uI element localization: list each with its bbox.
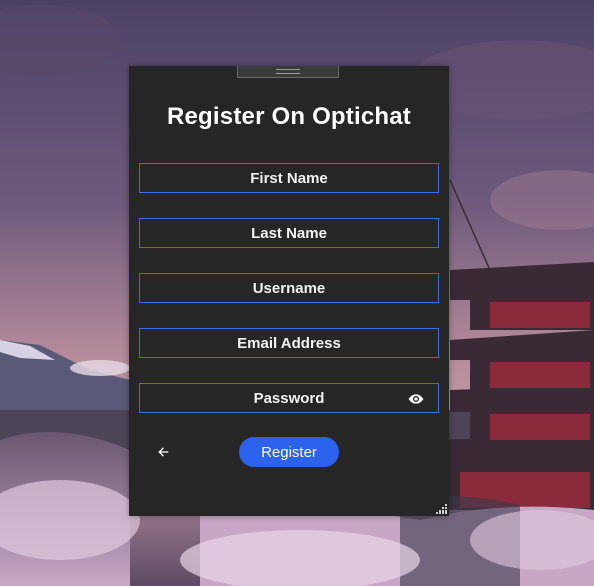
- drag-handle-icon: [276, 69, 300, 74]
- last-name-input[interactable]: [140, 219, 438, 247]
- arrow-left-icon[interactable]: [155, 444, 171, 460]
- username-input[interactable]: [140, 274, 438, 302]
- window-drag-handle[interactable]: [237, 66, 339, 78]
- page-title: Register On Optichat: [166, 103, 412, 130]
- register-button[interactable]: Register: [239, 437, 339, 467]
- password-field-wrapper: [139, 383, 439, 413]
- eye-icon[interactable]: [408, 391, 424, 407]
- email-field-wrapper: [139, 328, 439, 358]
- first-name-field-wrapper: [139, 163, 439, 193]
- resize-grip-icon[interactable]: [436, 503, 447, 514]
- email-input[interactable]: [140, 329, 438, 357]
- first-name-input[interactable]: [140, 164, 438, 192]
- password-input[interactable]: [140, 384, 438, 412]
- username-field-wrapper: [139, 273, 439, 303]
- register-window: Register On Optichat Register: [129, 66, 449, 516]
- last-name-field-wrapper: [139, 218, 439, 248]
